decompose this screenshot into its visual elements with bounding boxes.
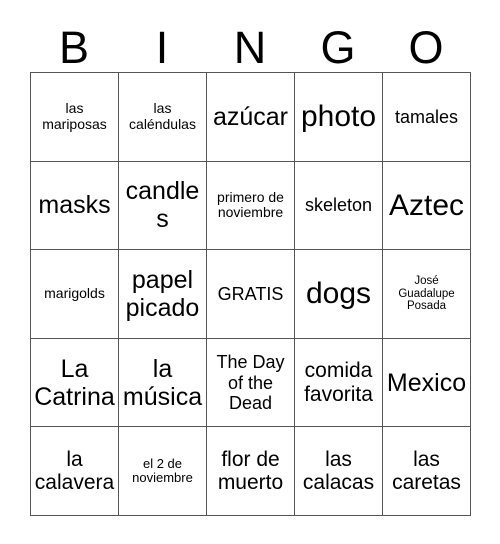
bingo-cell-label: la música (122, 354, 203, 411)
bingo-cell-label: GRATIS (217, 283, 284, 304)
bingo-cell-r4c5[interactable]: Mexico (383, 338, 471, 428)
bingo-cell-label: las mariposas (42, 100, 107, 132)
bingo-cell-label: dogs (305, 277, 372, 311)
bingo-cell-r4c2[interactable]: la música (119, 338, 207, 428)
bingo-header-letter-b: B (58, 22, 89, 73)
bingo-cell-label: papel picado (125, 265, 200, 322)
bingo-cell-r1c4[interactable]: photo (295, 73, 383, 162)
bingo-cell-label: The Day of the Dead (216, 352, 285, 413)
bingo-cell-label: masks (38, 191, 111, 220)
bingo-cell-label: azúcar (212, 102, 289, 131)
bingo-cell-r3c5[interactable]: José Guadalupe Posada (383, 250, 471, 339)
bingo-header-letter-g: G (320, 22, 356, 73)
bingo-cell-label: primero de noviembre (217, 188, 284, 221)
bingo-cell-r2c4[interactable]: skeleton (295, 161, 383, 251)
bingo-cell-label: photo (300, 100, 377, 133)
bingo-cell-label: marigolds (44, 285, 105, 302)
bingo-cell-r1c1[interactable]: las mariposas (31, 73, 119, 162)
bingo-cell-r5c1[interactable]: la calavera (31, 427, 119, 516)
bingo-header: BINGO (30, 14, 470, 72)
bingo-cell-label: el 2 de noviembre (132, 455, 193, 486)
bingo-cell-label: las caretas (392, 447, 461, 495)
bingo-cell-r2c3[interactable]: primero de noviembre (207, 161, 295, 251)
bingo-cell-r2c5[interactable]: Aztec (383, 161, 471, 251)
bingo-cell-r2c2[interactable]: candles (119, 161, 207, 251)
bingo-cell-label: la calavera (34, 447, 115, 495)
bingo-cell-label: las caléndulas (129, 100, 196, 132)
bingo-cell-label: comida favorita (304, 359, 373, 406)
bingo-card: BINGO las mariposas las caléndulas azúcar p… (0, 0, 500, 544)
bingo-cell-r4c4[interactable]: comida favorita (295, 338, 383, 428)
bingo-cell-r3c2[interactable]: papel picado (119, 250, 207, 339)
bingo-cell-r1c3[interactable]: azúcar (207, 73, 295, 162)
bingo-cell-label: La Catrina (34, 354, 115, 411)
bingo-cell-r5c2[interactable]: el 2 de noviembre (119, 427, 207, 516)
bingo-cell-r1c5[interactable]: tamales (383, 73, 471, 162)
bingo-cell-r3c4[interactable]: dogs (295, 250, 383, 339)
bingo-cell-label: José Guadalupe Posada (398, 274, 455, 313)
bingo-cell-r3c1[interactable]: marigolds (31, 250, 119, 339)
bingo-header-letter-i: I (155, 22, 169, 73)
bingo-cell-r4c1[interactable]: La Catrina (31, 338, 119, 428)
bingo-cell-label: flor de muerto (217, 447, 284, 495)
bingo-cell-r5c4[interactable]: las calacas (295, 427, 383, 516)
bingo-cell-label: Mexico (386, 368, 467, 397)
bingo-grid: las mariposas las caléndulas azúcar photo ta… (30, 72, 471, 516)
bingo-cell-r5c3[interactable]: flor de muerto (207, 427, 295, 516)
bingo-cell-label: tamales (394, 106, 459, 127)
bingo-cell-label: Aztec (388, 188, 465, 222)
bingo-cell-r2c1[interactable]: masks (31, 161, 119, 251)
bingo-cell-r1c2[interactable]: las caléndulas (119, 73, 207, 162)
bingo-cell-r3c3[interactable]: GRATIS (207, 250, 295, 339)
bingo-cell-label: skeleton (304, 195, 373, 216)
bingo-cell-r5c5[interactable]: las caretas (383, 427, 471, 516)
bingo-cell-r4c3[interactable]: The Day of the Dead (207, 338, 295, 428)
bingo-header-letter-o: O (408, 22, 444, 73)
bingo-header-letter-n: N (233, 22, 267, 73)
bingo-cell-label: las calacas (302, 447, 375, 495)
bingo-cell-label: candles (125, 177, 200, 234)
